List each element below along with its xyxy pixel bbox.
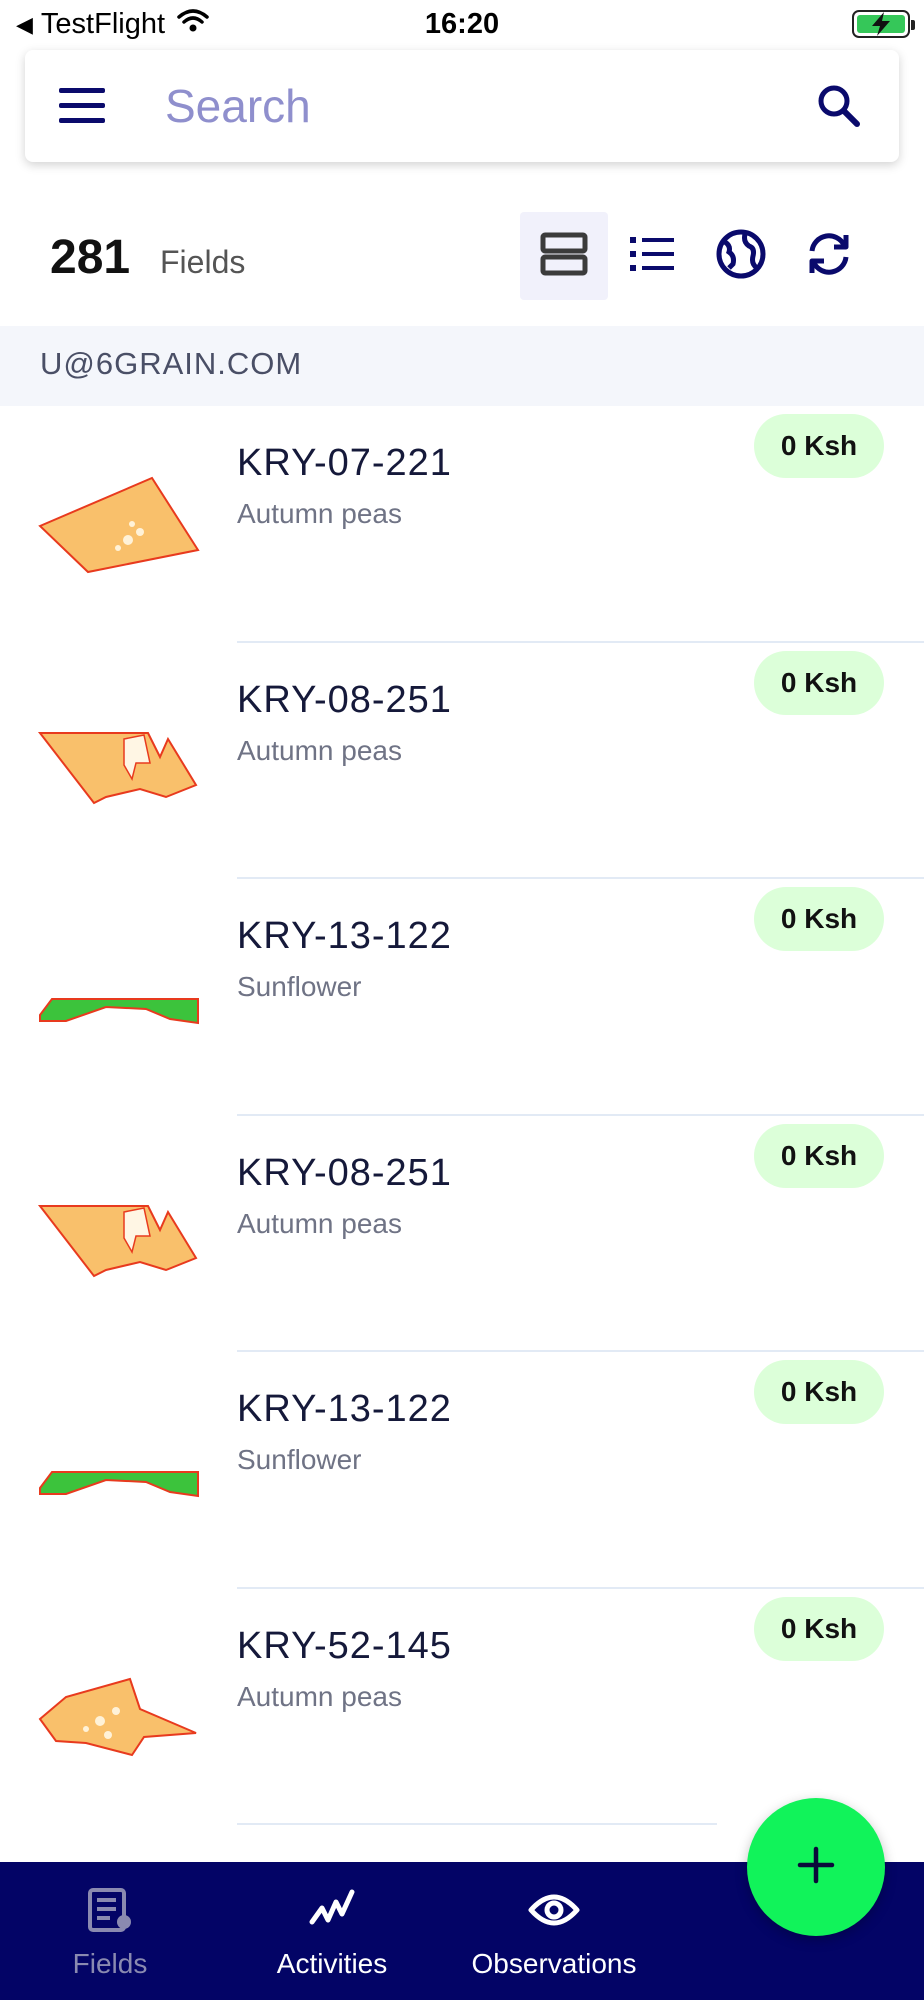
search-bar: [25, 50, 899, 162]
field-row[interactable]: KRY-08-251 Autumn peas 0 Ksh: [0, 1115, 924, 1352]
status-bar: ◀ TestFlight 16:20: [0, 0, 924, 50]
globe-icon: [715, 228, 767, 285]
nav-observations[interactable]: Observations: [454, 1862, 654, 2000]
price-badge: 0 Ksh: [754, 650, 884, 715]
group-header-label: U@6GRAIN.COM: [40, 346, 303, 381]
field-crop: Autumn peas: [237, 1680, 402, 1712]
field-name: KRY-52-145: [237, 1624, 452, 1667]
field-row[interactable]: KRY-13-122 Sunflower 0 Ksh: [0, 879, 924, 1116]
nav-activities-label: Activities: [276, 1948, 388, 1979]
field-list: KRY-07-221 Autumn peas 0 Ksh KRY-08-251 …: [0, 406, 924, 1825]
field-shape-thumbnail: [39, 1471, 199, 1498]
price-badge: 0 Ksh: [754, 1123, 884, 1188]
nav-fields-label: Fields: [72, 1948, 148, 1979]
card-view-icon: [540, 232, 588, 281]
activities-icon: [232, 1882, 432, 1938]
sync-button[interactable]: [785, 212, 873, 300]
eye-icon: [454, 1882, 654, 1938]
field-crop: Autumn peas: [237, 1207, 402, 1239]
field-crop: Autumn peas: [237, 498, 402, 529]
search-icon[interactable]: [815, 82, 863, 135]
field-shape-thumbnail: [39, 998, 199, 1025]
card-view-button[interactable]: [520, 212, 608, 300]
field-name: KRY-08-251: [237, 1151, 452, 1194]
add-field-button[interactable]: [747, 1798, 885, 1936]
list-view-button[interactable]: [608, 212, 696, 300]
field-shape-thumbnail: [37, 1204, 198, 1277]
plus-icon: [796, 1845, 836, 1890]
sync-icon: [804, 229, 854, 284]
price-badge: 0 Ksh: [754, 1360, 884, 1424]
map-view-button[interactable]: [697, 212, 785, 300]
price-badge: 0 Ksh: [754, 887, 884, 951]
search-input[interactable]: [165, 78, 785, 134]
nav-observations-label: Observations: [471, 1948, 637, 1979]
field-row[interactable]: KRY-13-122 Sunflower 0 Ksh: [0, 1352, 924, 1589]
field-crop: Autumn peas: [237, 734, 402, 766]
price-badge: 0 Ksh: [754, 1596, 884, 1661]
fields-icon: [10, 1882, 210, 1938]
field-shape-thumbnail: [37, 731, 198, 804]
field-crop: Sunflower: [237, 971, 362, 1002]
field-crop: Sunflower: [237, 1444, 362, 1475]
status-time: 16:20: [424, 8, 500, 40]
group-header: U@6GRAIN.COM: [0, 326, 924, 406]
nav-activities[interactable]: Activities: [232, 1862, 432, 2000]
field-count-label: Fields: [160, 244, 246, 280]
list-view-icon: [628, 234, 676, 279]
field-shape-thumbnail: [38, 1677, 197, 1756]
menu-icon[interactable]: [59, 88, 105, 124]
price-badge: 0 Ksh: [754, 414, 884, 478]
nav-fields[interactable]: Fields: [10, 1862, 210, 2000]
field-row[interactable]: KRY-52-145 Autumn peas 0 Ksh: [0, 1588, 924, 1825]
field-name: KRY-13-122: [237, 915, 452, 957]
summary-row: 281 Fields: [0, 210, 924, 302]
field-count: 281: [50, 231, 131, 284]
row-divider: [237, 1823, 717, 1825]
field-name: KRY-07-221: [237, 442, 452, 484]
field-row[interactable]: KRY-08-251 Autumn peas 0 Ksh: [0, 642, 924, 879]
field-name: KRY-08-251: [237, 678, 452, 721]
battery-icon: [852, 10, 915, 38]
field-row[interactable]: KRY-07-221 Autumn peas 0 Ksh: [0, 406, 924, 643]
field-name: KRY-13-122: [237, 1388, 452, 1430]
field-shape-thumbnail: [38, 476, 200, 574]
